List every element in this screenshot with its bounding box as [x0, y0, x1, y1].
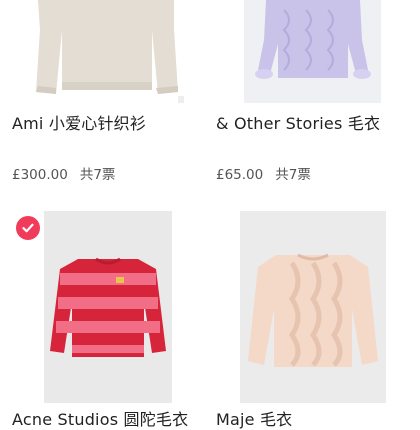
product-title[interactable]: Ami 小爱心针织衫	[12, 114, 146, 134]
product-meta: £65.00 共7票	[216, 166, 311, 184]
vote-count: 共7票	[79, 167, 116, 183]
product-title[interactable]: & Other Stories 毛衣	[216, 114, 380, 134]
selected-checkmark-icon[interactable]	[16, 216, 40, 240]
red-pink-striped-sweater-image[interactable]	[44, 211, 172, 403]
product-price: £300.00	[12, 167, 68, 183]
product-title[interactable]: Maje 毛衣	[216, 410, 292, 430]
lilac-sweater-image[interactable]	[244, 0, 381, 103]
product-price: £65.00	[216, 167, 264, 183]
peach-cable-knit-sweater-image[interactable]	[240, 211, 386, 403]
vote-count: 共7票	[275, 167, 311, 183]
beige-sweater-image[interactable]	[28, 0, 184, 103]
product-title[interactable]: Acne Studios 圆陀毛衣	[12, 410, 188, 430]
product-meta: £300.00 共7票	[12, 166, 115, 184]
